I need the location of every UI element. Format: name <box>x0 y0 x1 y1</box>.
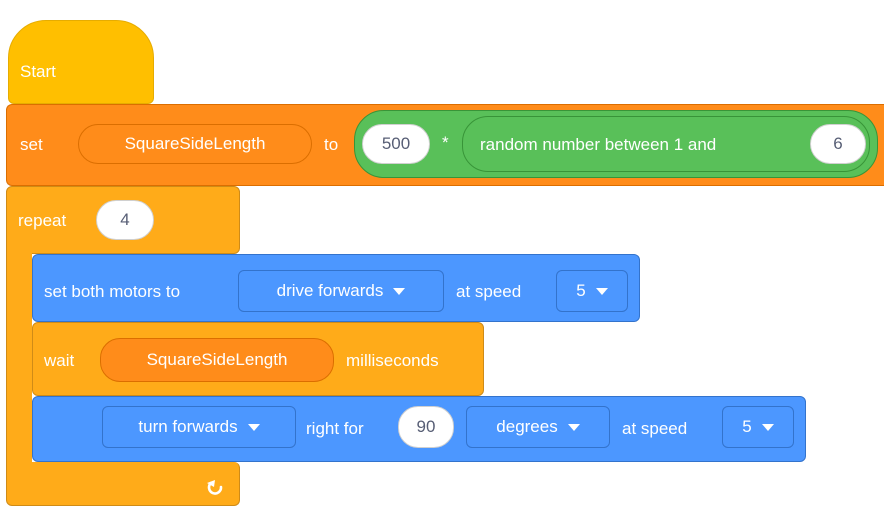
turn-direction-value: turn forwards <box>138 417 238 436</box>
turn-speed-value: 5 <box>742 417 752 436</box>
loop-arrow-icon <box>204 474 228 498</box>
chevron-down-icon <box>393 287 406 295</box>
drive-speed-value: 5 <box>576 281 586 300</box>
chevron-down-icon <box>595 287 608 295</box>
variable-dropdown[interactable]: SquareSideLength <box>78 124 312 164</box>
turn-speed-label: at speed <box>622 419 688 438</box>
turn-speed-dropdown[interactable]: 5 <box>722 406 794 448</box>
drive-direction-dropdown[interactable]: drive forwards <box>238 270 444 312</box>
turn-right-label: right for <box>306 419 364 438</box>
set-label: set <box>20 135 43 154</box>
chevron-down-icon <box>567 423 580 431</box>
random-label: random number between 1 and <box>480 135 717 154</box>
to-label: to <box>324 135 339 154</box>
drive-direction-value: drive forwards <box>276 281 384 300</box>
wait-unit-label: milliseconds <box>346 351 439 370</box>
turn-unit-value: degrees <box>496 417 558 436</box>
repeat-label: repeat <box>18 211 67 230</box>
multiply-sign: * <box>442 133 449 152</box>
turn-unit-dropdown[interactable]: degrees <box>466 406 610 448</box>
chevron-down-icon <box>247 423 260 431</box>
repeat-count-input[interactable]: 4 <box>96 200 154 240</box>
random-max-input[interactable]: 6 <box>810 124 866 164</box>
repeat-block-arm <box>6 240 32 476</box>
multiplier-input[interactable]: 500 <box>362 124 430 164</box>
chevron-down-icon <box>761 423 774 431</box>
drive-speed-label: at speed <box>456 282 522 301</box>
turn-amount-input[interactable]: 90 <box>398 406 454 448</box>
drive-speed-dropdown[interactable]: 5 <box>556 270 628 312</box>
wait-variable-reporter[interactable]: SquareSideLength <box>100 338 334 382</box>
wait-label: wait <box>44 351 75 370</box>
start-label: Start <box>20 62 56 81</box>
turn-direction-dropdown[interactable]: turn forwards <box>102 406 296 448</box>
drive-label: set both motors to <box>44 282 181 301</box>
